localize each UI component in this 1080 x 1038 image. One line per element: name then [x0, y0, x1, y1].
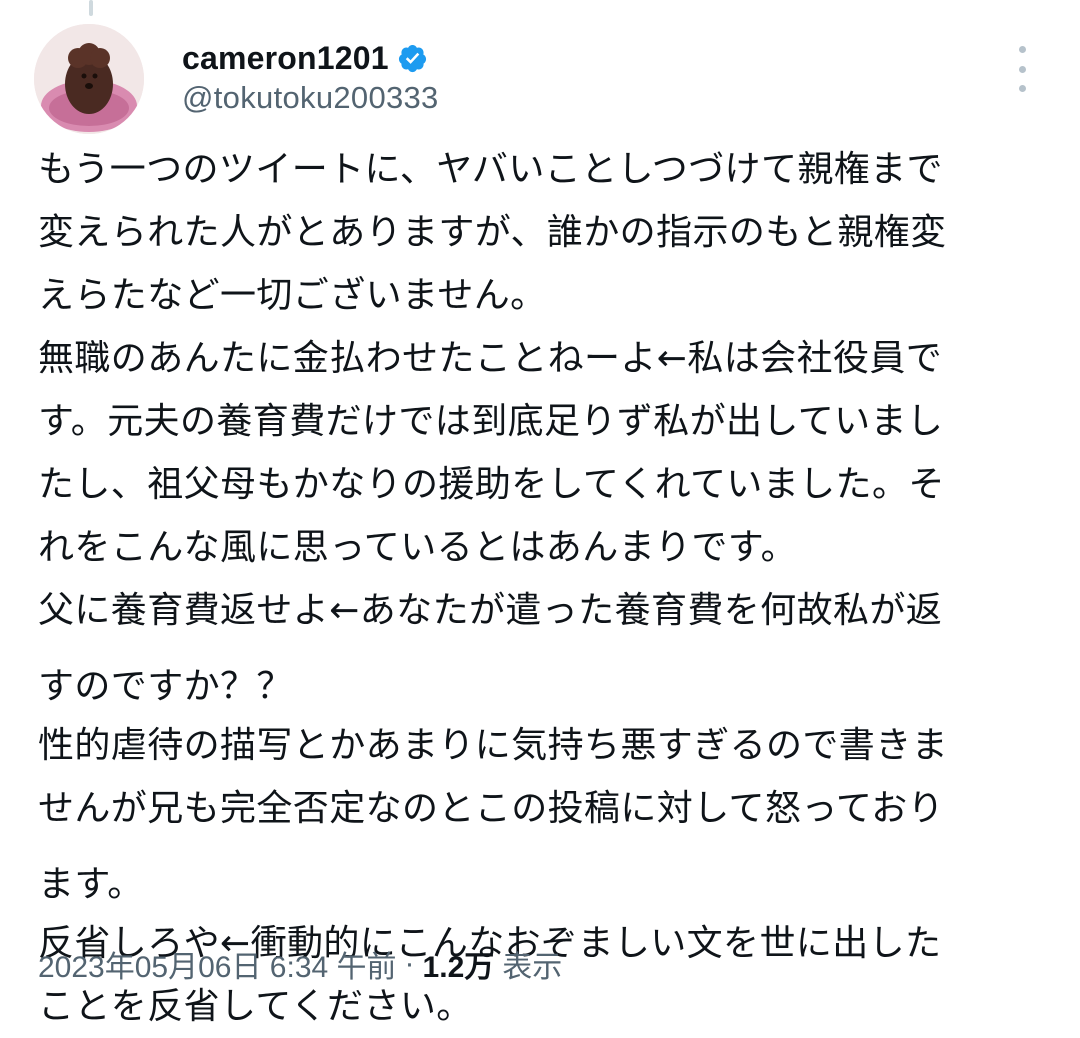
author-handle[interactable]: @tokutoku200333 — [182, 80, 439, 116]
more-dot-icon — [1018, 85, 1026, 92]
tweet-line: えらたなど一切ございません。 — [38, 275, 547, 316]
more-dot-icon — [1018, 46, 1026, 53]
tweet-line: 父に養育費返せよ←あなたが遣った養育費を何故私が返 — [38, 590, 943, 631]
tweet-line: ます。 — [38, 864, 144, 905]
views-label: 表示 — [502, 951, 563, 984]
avatar[interactable] — [34, 24, 144, 134]
tweet-line: 無職のあんたに金払わせたことねーよ←私は会社役員で — [38, 338, 943, 379]
thread-connector-line — [89, 0, 93, 16]
tweet-line: たし、祖父母もかなりの援助をしてくれていました。そ — [38, 464, 945, 505]
tweet-line: 性的虐待の描写とかあまりに気持ち悪すぎるので書きま — [38, 725, 949, 766]
avatar-image — [34, 24, 144, 134]
views-count[interactable]: 1.2万 — [423, 942, 495, 986]
verified-badge-icon — [398, 44, 426, 72]
more-dot-icon — [1018, 65, 1026, 73]
tweet-text: もう一つのツイートに、ヤバいことしつづけて親権まで 変えられた人がとありますが、… — [38, 138, 1043, 1038]
tweet-meta: 2023年05月06日 6:34 午前 · 1.2万 表示 — [38, 940, 562, 988]
tweet-line: れをこんな風に思っているとはあんまりです。 — [38, 527, 798, 568]
tweet-line: もう一つのツイートに、ヤバいことしつづけて親権まで — [38, 149, 943, 190]
tweet-line: すのですか？？ — [38, 666, 293, 707]
tweet-line: せんが兄も完全否定なのとこの投稿に対して怒っており — [38, 788, 945, 829]
tweet-timestamp[interactable]: 2023年05月06日 6:34 午前 — [38, 942, 397, 986]
tweet-line: 変えられた人がとありますが、誰かの指示のもと親権変 — [38, 212, 947, 253]
display-name[interactable]: cameron1201 — [182, 40, 389, 77]
meta-separator: · — [404, 947, 415, 980]
tweet-line: す。元夫の養育費だけでは到底足りず私が出していまし — [38, 401, 944, 442]
more-options-icon[interactable] — [1012, 46, 1032, 92]
author-name-row[interactable]: cameron1201 — [182, 38, 428, 78]
